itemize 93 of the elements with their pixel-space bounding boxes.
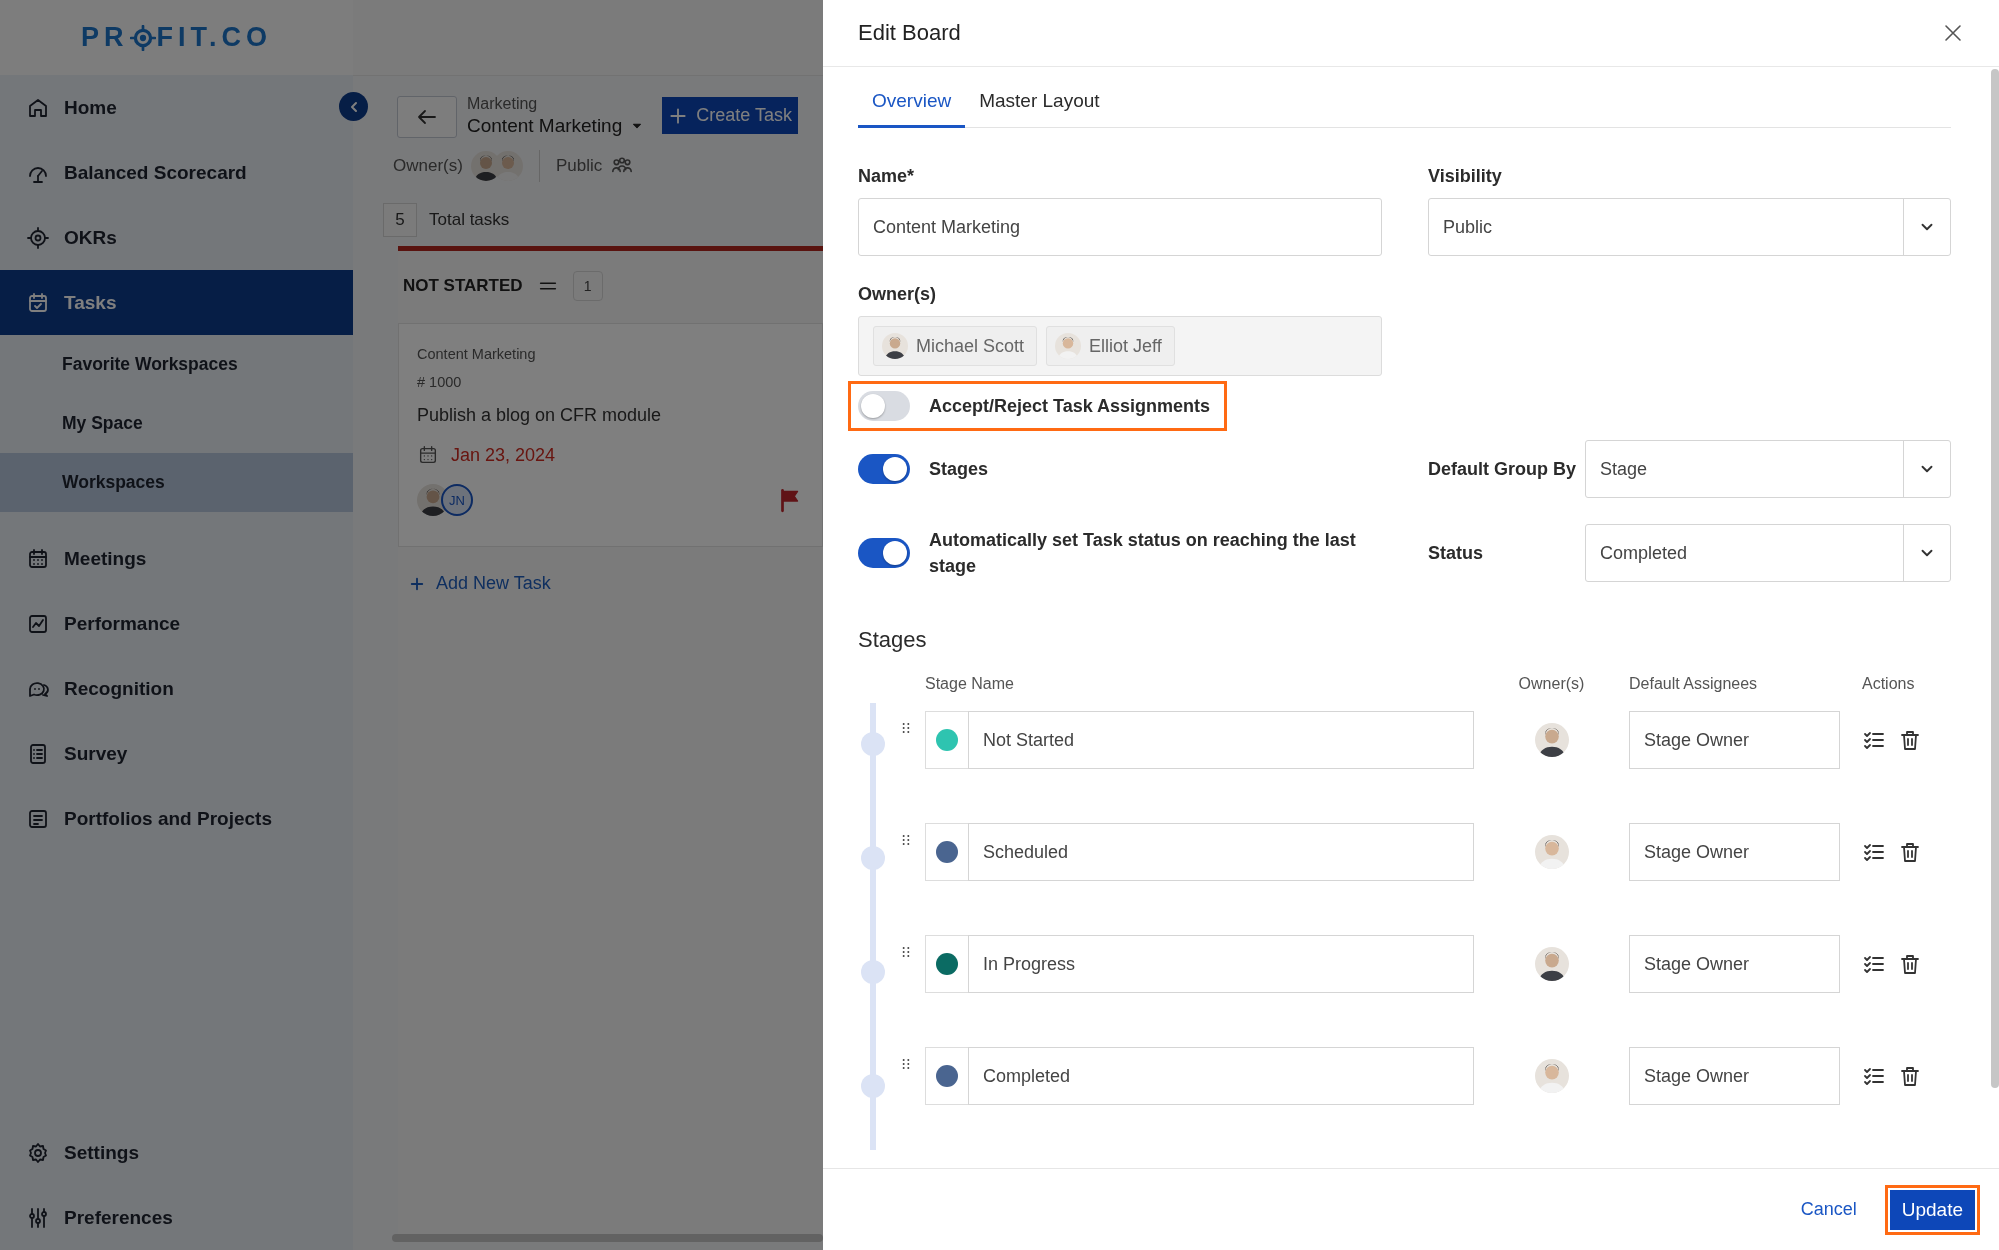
- timeline-dot: [861, 846, 885, 870]
- avatar: [1055, 333, 1082, 359]
- target-icon: [26, 225, 50, 250]
- nav-item[interactable]: Portfolios and Projects: [0, 786, 353, 851]
- card-title: Publish a blog on CFR module: [417, 405, 663, 426]
- owners-field[interactable]: Michael Scott Elliot Jeff: [858, 316, 1382, 376]
- task-count: 5: [383, 203, 417, 237]
- field-label: Default Group By: [1428, 458, 1577, 480]
- assignee-field[interactable]: Stage Owner: [1629, 935, 1840, 993]
- toggle-switch[interactable]: [858, 454, 910, 484]
- nav-subitem[interactable]: My Space: [0, 394, 353, 453]
- breadcrumb: Marketing: [467, 95, 539, 113]
- calendar-icon: [26, 546, 50, 571]
- back-button[interactable]: [397, 96, 457, 138]
- due-date: Jan 23, 2024: [451, 444, 556, 466]
- toggle-label: Stages: [929, 458, 989, 481]
- column-header: Stage Name: [925, 675, 1015, 693]
- column-title: NOT STARTED: [403, 276, 523, 296]
- trash-icon[interactable]: [1898, 1064, 1922, 1088]
- board-selector[interactable]: Content Marketing: [467, 115, 645, 137]
- name-field[interactable]: Content Marketing: [858, 198, 1382, 256]
- stage-name-field[interactable]: In Progress: [968, 935, 1474, 993]
- field-label: Name*: [858, 166, 916, 187]
- assignee-field[interactable]: Stage Owner: [1629, 711, 1840, 769]
- nav-item[interactable]: Survey: [0, 721, 353, 786]
- calendar-icon: [417, 444, 439, 466]
- avatar: [1534, 723, 1569, 757]
- tab[interactable]: Master Layout: [965, 90, 1114, 128]
- visibility-label: Public: [555, 156, 603, 176]
- create-task-button[interactable]: Create Task: [662, 97, 798, 134]
- nav-item[interactable]: Meetings: [0, 526, 353, 591]
- calendar-icon: [26, 290, 50, 315]
- nav-item[interactable]: Settings: [0, 1120, 353, 1185]
- nav-subitem[interactable]: Workspaces: [0, 453, 353, 512]
- field-label: Owner(s): [858, 284, 937, 305]
- trash-icon[interactable]: [1898, 840, 1922, 864]
- stage-name-field[interactable]: Not Started: [968, 711, 1474, 769]
- avatar: [1534, 947, 1569, 981]
- toggle-switch[interactable]: [858, 538, 910, 568]
- card-project: Content Marketing: [417, 346, 537, 362]
- update-button[interactable]: Update: [1889, 1189, 1975, 1230]
- toggle-label: Accept/Reject Task Assignments: [929, 395, 1211, 418]
- nav-item[interactable]: Recognition: [0, 656, 353, 721]
- sliders-icon: [26, 1205, 50, 1230]
- stage-name-field[interactable]: Scheduled: [968, 823, 1474, 881]
- column-header: Owner(s): [1517, 675, 1586, 693]
- toggle-switch[interactable]: [858, 391, 910, 421]
- settings-icon: [26, 1140, 50, 1165]
- avatar: [882, 333, 908, 359]
- trash-icon[interactable]: [1898, 952, 1922, 976]
- scrollbar[interactable]: [1991, 69, 1999, 1088]
- color-picker[interactable]: [925, 935, 968, 993]
- timeline-dot: [861, 960, 885, 984]
- card-number: # 1000: [417, 374, 463, 390]
- dialog-title: Edit Board: [858, 20, 961, 46]
- trash-icon[interactable]: [1898, 728, 1922, 752]
- avatar: [1534, 835, 1569, 869]
- toggle-label: Automatically set Task status on reaching the last stage: [929, 529, 1357, 578]
- field-label: Status: [1428, 542, 1484, 564]
- initials-avatar: JN: [441, 484, 473, 516]
- avatar: [1534, 1059, 1569, 1093]
- owners-label: Owner(s): [393, 156, 463, 176]
- cancel-button[interactable]: Cancel: [1794, 1198, 1863, 1221]
- dropdown[interactable]: Completed: [1585, 524, 1951, 582]
- nav-item[interactable]: Performance: [0, 591, 353, 656]
- color-picker[interactable]: [925, 1047, 968, 1105]
- visibility-select[interactable]: Public: [1428, 198, 1951, 256]
- column-header: Actions: [1861, 675, 1916, 693]
- color-picker[interactable]: [925, 823, 968, 881]
- color-picker[interactable]: [925, 711, 968, 769]
- stage-name-field[interactable]: Completed: [968, 1047, 1474, 1105]
- nav-item[interactable]: Tasks: [0, 270, 353, 335]
- nav-item[interactable]: OKRs: [0, 205, 353, 270]
- assignee-field[interactable]: Stage Owner: [1629, 823, 1840, 881]
- column-count: 1: [572, 271, 603, 301]
- nav-item[interactable]: Preferences: [0, 1185, 353, 1250]
- column-header: Default Assignees: [1629, 675, 1759, 693]
- dropdown[interactable]: Stage: [1585, 440, 1951, 498]
- scrollbar[interactable]: [392, 1234, 823, 1242]
- section-title: Stages: [858, 627, 928, 653]
- tab[interactable]: Overview: [858, 90, 966, 128]
- add-task-link[interactable]: Add New Task: [398, 547, 561, 620]
- owner-chip[interactable]: Michael Scott: [873, 326, 1038, 366]
- logo: PR FIT.CO: [0, 0, 353, 75]
- owner-chip[interactable]: Elliot Jeff: [1046, 326, 1175, 366]
- total-label: Total tasks: [429, 210, 510, 230]
- nav-item[interactable]: Balanced Scorecard: [0, 140, 353, 205]
- task-card[interactable]: Content Marketing # 1000 Publish a blog on CFR module Jan 23, 2024 JN: [398, 323, 823, 547]
- field-label: Visibility: [1428, 166, 1503, 187]
- nav-subitem[interactable]: Favorite Workspaces: [0, 335, 353, 394]
- timeline-dot: [861, 732, 885, 756]
- assignee-field[interactable]: Stage Owner: [1629, 1047, 1840, 1105]
- timeline-dot: [861, 1074, 885, 1098]
